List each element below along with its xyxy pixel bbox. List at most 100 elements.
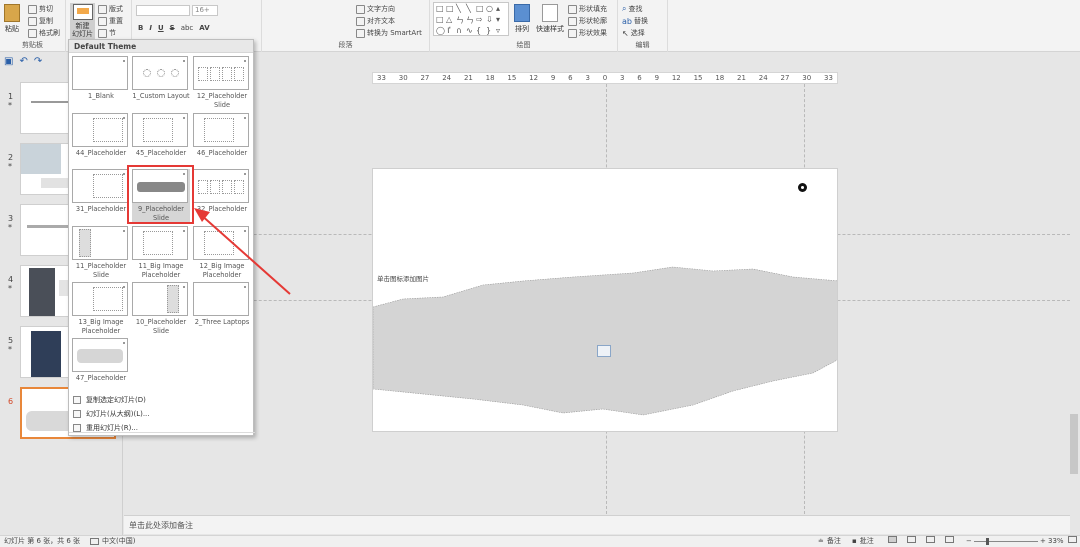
zoom-in-button[interactable]: + [1040, 536, 1046, 547]
change-case-button[interactable]: AV [199, 24, 209, 32]
layout-option[interactable]: 45_Placeholder [132, 113, 190, 158]
align-text-button[interactable]: 对齐文本 [356, 16, 395, 26]
curve-shape-icon[interactable]: ∩ [456, 26, 466, 37]
italic-button[interactable]: I [149, 24, 152, 32]
section-button[interactable]: 节 [98, 28, 116, 38]
quick-styles-button[interactable]: 快速样式 [536, 4, 564, 34]
font-size-field[interactable]: 16+ [192, 5, 218, 16]
layout-option[interactable]: 10_Placeholder Slide [132, 282, 190, 335]
scrollbar-thumb[interactable] [1070, 414, 1078, 474]
brace-shape-icon[interactable]: } [486, 26, 496, 37]
shape-icon[interactable]: ٵ [446, 26, 456, 37]
line-shape-icon[interactable]: ╲ [456, 4, 466, 15]
scissors-icon [28, 4, 37, 14]
expand-shapes-icon[interactable]: ▿ [496, 26, 506, 37]
format-painter-button[interactable]: 格式刷 [28, 28, 60, 38]
layout-option[interactable]: 46_Placeholder [193, 113, 251, 158]
layout-option[interactable]: 11_Big Image Placeholder [132, 226, 190, 279]
copy-button[interactable]: 复制 [28, 16, 53, 26]
notes-pane[interactable]: 单击此处添加备注 [124, 515, 1070, 534]
arrow-shape-icon[interactable]: ⇩ [486, 15, 496, 26]
zoom-slider[interactable] [974, 541, 1038, 542]
shape-fill-button[interactable]: 形状填充 [568, 4, 607, 14]
text-direction-icon [356, 4, 365, 14]
duplicate-slide-menu-item[interactable]: 复制选定幻灯片(D) [73, 395, 146, 405]
paste-button[interactable]: 粘贴 [4, 4, 20, 34]
bracket-shape-icon[interactable]: ㄣ [456, 15, 466, 26]
strikethrough-button[interactable]: S [170, 24, 175, 32]
slides-from-outline-menu-item[interactable]: 幻灯片(从大纲)(L)... [73, 409, 150, 419]
align-text-label: 对齐文本 [367, 17, 395, 25]
normal-view-icon[interactable] [888, 536, 897, 543]
zoom-slider-handle[interactable] [986, 538, 989, 545]
language-indicator[interactable]: 中文(中国) [90, 536, 135, 547]
shape-outline-button[interactable]: 形状轮廓 [568, 16, 607, 26]
drawing-group-label: 绘图 [516, 41, 531, 49]
zoom-level[interactable]: 33% [1048, 536, 1064, 547]
replace-button[interactable]: ab 替换 [622, 16, 648, 26]
shape-icon[interactable]: ◯ [436, 26, 446, 37]
slide-number: 4 * [8, 275, 14, 293]
char-spacing-button[interactable]: abc [181, 24, 194, 32]
save-icon[interactable]: ▣ [4, 56, 13, 67]
rect-shape-icon[interactable]: □ [446, 4, 456, 15]
rect-shape-icon[interactable]: □ [436, 4, 446, 15]
format-painter-label: 格式刷 [39, 29, 60, 37]
oval-shape-icon[interactable]: ○ [486, 4, 496, 15]
vertical-scrollbar[interactable] [1069, 84, 1079, 504]
layout-option[interactable]: 13_Big Image Placeholder [72, 282, 130, 335]
shape-effects-button[interactable]: 形状效果 [568, 28, 607, 38]
layout-option[interactable]: 1_Custom Layout [132, 56, 190, 101]
layout-option[interactable]: 2_Three Laptops [193, 282, 251, 327]
arrange-button[interactable]: 排列 [514, 4, 530, 34]
bold-button[interactable]: B [138, 24, 143, 32]
slide-sorter-icon[interactable] [907, 536, 916, 543]
convert-smartart-button[interactable]: 转换为 SmartArt [356, 28, 422, 38]
zoom-out-button[interactable]: − [966, 536, 972, 547]
slide-canvas[interactable]: 单击图标添加图片 [372, 168, 838, 432]
layout-option[interactable]: 1_Blank [72, 56, 130, 101]
cut-button[interactable]: 剪切 [28, 4, 53, 14]
layout-option[interactable]: 9_Placeholder Slide [132, 169, 190, 222]
reset-button[interactable]: 重置 [98, 16, 123, 26]
layout-option[interactable]: 11_Placeholder Slide [72, 226, 130, 279]
slideshow-icon[interactable] [945, 536, 954, 543]
font-name-field[interactable] [136, 5, 190, 16]
redo-icon[interactable]: ↷ [34, 56, 42, 67]
find-button[interactable]: ⌕ 查找 [622, 4, 642, 14]
layout-option[interactable]: 12_Placeholder Slide [193, 56, 251, 109]
bracket-shape-icon[interactable]: ㄣ [466, 15, 476, 26]
layout-option[interactable]: 12_Big Image Placeholder [193, 226, 251, 279]
new-slide-button[interactable]: 新建 幻灯片 [70, 3, 95, 39]
line-shape-icon[interactable]: ╲ [466, 4, 476, 15]
brush-stroke-placeholder[interactable] [373, 169, 838, 432]
more-shapes-icon[interactable]: ▴ [496, 4, 506, 15]
undo-icon[interactable]: ↶ [19, 56, 27, 67]
rect-shape-icon[interactable]: □ [476, 4, 486, 15]
cursor-icon: ↖ [622, 28, 629, 38]
triangle-shape-icon[interactable]: △ [446, 15, 456, 26]
reading-view-icon[interactable] [926, 536, 935, 543]
duplicate-icon [73, 396, 81, 404]
curve-shape-icon[interactable]: ∿ [466, 26, 476, 37]
rect-shape-icon[interactable]: □ [436, 15, 446, 26]
new-slide-icon [72, 4, 93, 20]
insert-picture-icon[interactable] [597, 345, 611, 357]
text-direction-button[interactable]: 文字方向 [356, 4, 395, 14]
layout-button[interactable]: 版式 [98, 4, 123, 14]
layout-option[interactable]: 32_Placeholder [193, 169, 251, 214]
arrow-shape-icon[interactable]: ⇨ [476, 15, 486, 26]
fit-slide-button[interactable] [1068, 536, 1077, 543]
underline-button[interactable]: U [158, 24, 164, 32]
shapes-gallery[interactable]: □ □ ╲ ╲ □ ○ ▴ □ △ ㄣㄣ ⇨ ⇩ ▾ ◯ ٵ ∩ ∿{} ▿ [433, 2, 509, 36]
paragraph-group-label: 段落 [338, 41, 353, 49]
more-shapes-icon[interactable]: ▾ [496, 15, 506, 26]
brace-shape-icon[interactable]: { [476, 26, 486, 37]
comments-button[interactable]: ▪ 批注 [852, 536, 874, 547]
notes-button[interactable]: ≐ 备注 [818, 536, 841, 547]
layout-option[interactable]: 31_Placeholder [72, 169, 130, 214]
reuse-slides-menu-item[interactable]: 重用幻灯片(R)... [73, 423, 138, 433]
layout-option[interactable]: 47_Placeholder [72, 338, 130, 383]
select-button[interactable]: ↖ 选择 [622, 28, 645, 38]
layout-option[interactable]: 44_Placeholder [72, 113, 130, 158]
